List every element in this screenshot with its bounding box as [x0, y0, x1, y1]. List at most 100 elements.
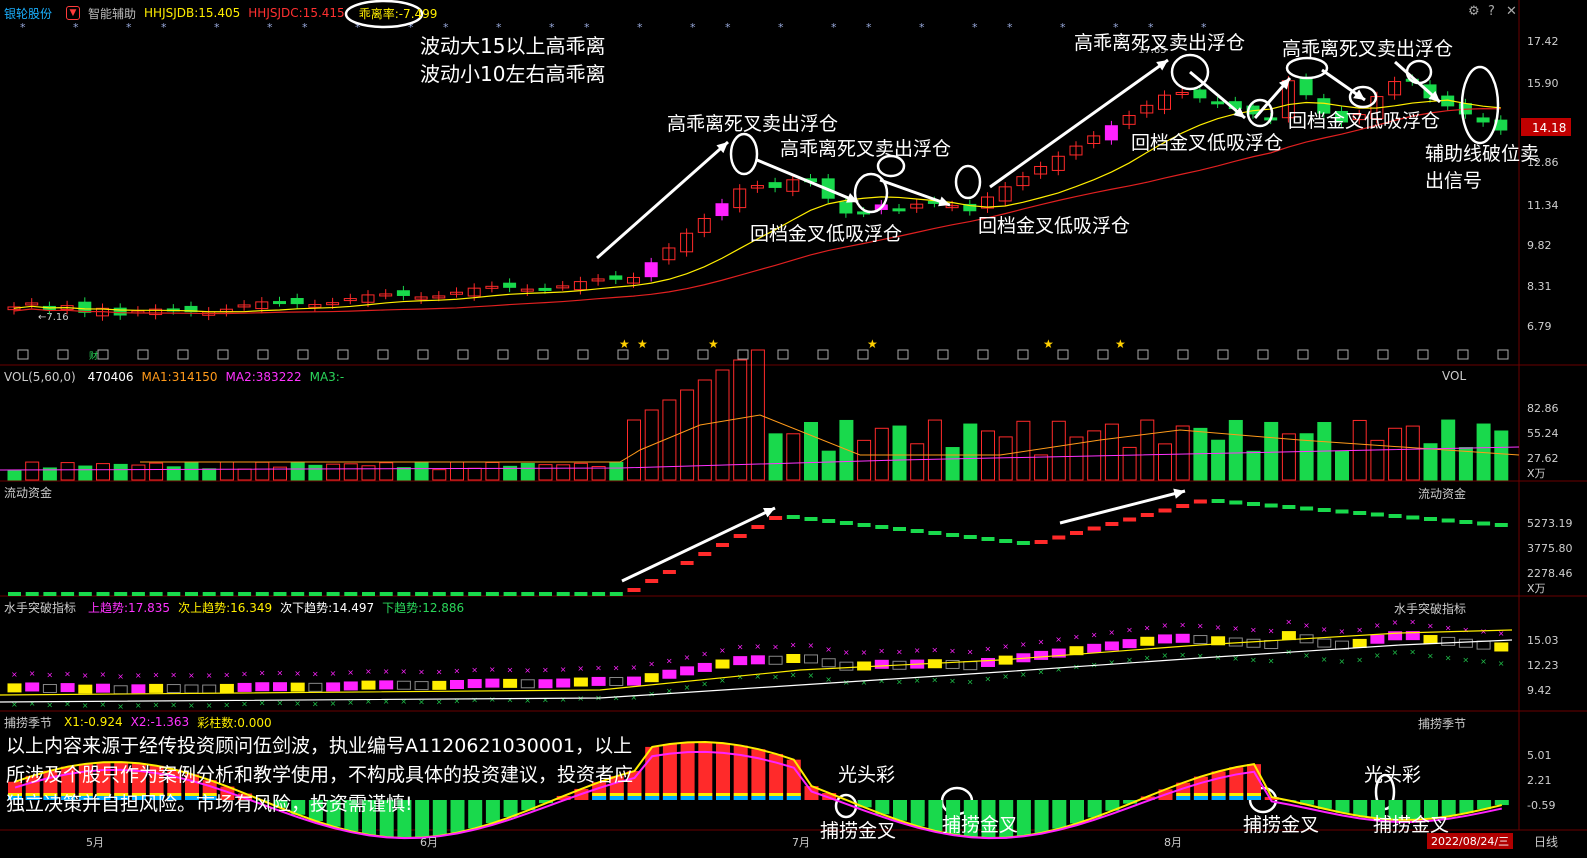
- breakout-up-marker: ×: [436, 667, 443, 676]
- breakout-down-marker: ×: [1392, 648, 1399, 657]
- settings-icon[interactable]: ⚙: [1468, 4, 1480, 19]
- event-marker: [1177, 349, 1189, 360]
- breakout-up-marker: ×: [82, 671, 89, 680]
- breakout-box: [1370, 634, 1385, 644]
- breakout-down-marker: ×: [312, 699, 319, 708]
- candle-body: [538, 287, 552, 291]
- breakout-down-marker: ×: [1055, 665, 1062, 674]
- capital-bar: [1193, 499, 1207, 504]
- breakout-up-marker: ×: [29, 669, 36, 678]
- season-bar-band: [1193, 793, 1208, 796]
- breakout-box: [113, 685, 128, 695]
- star-icon: ★: [708, 337, 719, 351]
- breakout-up-marker: ×: [1038, 637, 1045, 646]
- volume-bar: [414, 461, 429, 481]
- breakout-box: [662, 669, 677, 679]
- breakout-up-marker: ×: [1020, 640, 1027, 649]
- capital-bar: [291, 592, 305, 596]
- breakout-up-marker: ×: [1392, 618, 1399, 627]
- volume-bar: [450, 461, 464, 481]
- capital-bar: [432, 592, 446, 596]
- breakout-box: [627, 676, 641, 686]
- highlight-ellipse: [853, 172, 889, 214]
- capital-tick: 5273.19: [1527, 517, 1573, 530]
- season-label-goldcross: 捕捞金叉: [1243, 814, 1320, 836]
- trend-arrow: [1059, 489, 1186, 525]
- season-bar-band: [769, 793, 784, 796]
- breakout-down-marker: ×: [772, 672, 779, 681]
- capital-bar: [963, 535, 977, 539]
- annotation-sell: 高乖离死叉卖出浮仓: [1282, 38, 1454, 60]
- season-bar-band: [733, 793, 748, 796]
- breakout-up-marker: ×: [1162, 621, 1169, 630]
- volume-value: 470406: [87, 370, 134, 384]
- capital-bar: [78, 592, 92, 596]
- season-bar: [910, 800, 925, 827]
- breakout-up-marker: ×: [985, 644, 992, 653]
- volume-bar: [1281, 433, 1296, 481]
- breakout-box: [556, 678, 571, 688]
- capital-bar: [804, 517, 818, 521]
- event-marker: [377, 349, 389, 360]
- capital-bar: [875, 525, 889, 529]
- breakout-down: 下趋势:12.886: [382, 600, 465, 615]
- help-icon[interactable]: ?: [1488, 4, 1495, 19]
- breakout-up-marker: ×: [737, 643, 744, 652]
- breakout-down-marker: ×: [1197, 652, 1204, 661]
- capital-bar: [1335, 509, 1349, 514]
- event-marker: [1497, 349, 1509, 360]
- breakout-up-marker: ×: [577, 664, 584, 673]
- volume-header: VOL(5,60,0) 470406 MA1:314150 MA2:383222…: [0, 367, 344, 387]
- breakout-up-marker: ×: [861, 648, 868, 657]
- season-name-right: 捕捞季节: [1418, 717, 1467, 731]
- season-label-goldcross: 捕捞金叉: [942, 814, 1019, 836]
- capital-bar: [1123, 517, 1137, 522]
- breakout-up-marker: ×: [418, 668, 425, 677]
- dot-marker: *: [1060, 21, 1066, 34]
- assist-label[interactable]: 智能辅助: [88, 5, 136, 22]
- breakout-box: [1087, 643, 1102, 653]
- capital-bar: [1459, 520, 1473, 524]
- season-bar-band: [733, 796, 748, 800]
- dot-marker: *: [972, 21, 978, 34]
- breakout-up-marker: ×: [1356, 625, 1363, 634]
- season-label-baldhead: 光头彩: [838, 764, 896, 786]
- volume-bar: [839, 419, 854, 481]
- season-tick: 5.01: [1527, 749, 1552, 762]
- price-tick: 8.31: [1527, 280, 1552, 293]
- breakout-up-marker: ×: [1268, 627, 1275, 636]
- event-marker: [257, 349, 269, 360]
- breakout-box: [25, 682, 40, 692]
- volume-bar: [1264, 421, 1279, 481]
- breakout-up-marker: ×: [613, 663, 620, 672]
- dot-marker: *: [690, 21, 696, 34]
- capital-bar: [43, 592, 57, 596]
- breakout-up-marker: ×: [542, 666, 549, 675]
- trend-arrow: [879, 178, 951, 207]
- volume-bar: [1140, 419, 1155, 481]
- period-selector[interactable]: 日线: [1534, 833, 1558, 850]
- breakout-down-marker: ×: [684, 683, 691, 692]
- breakout-box: [1264, 640, 1279, 649]
- event-marker: [97, 349, 109, 360]
- breakout-up-marker: ×: [825, 645, 832, 654]
- breakout-down-marker: ×: [1179, 650, 1186, 659]
- volume-bar: [910, 443, 925, 481]
- breakout-down-marker: ×: [524, 696, 531, 705]
- breakout-down-marker: ×: [790, 670, 797, 679]
- chevron-down-icon[interactable]: ▼: [66, 6, 81, 20]
- season-bar-band: [1211, 793, 1226, 796]
- breakout-up-marker: ×: [1179, 620, 1186, 629]
- capital-bar: [680, 561, 694, 565]
- breakout-up-marker: ×: [754, 642, 761, 651]
- capital-bar: [450, 592, 464, 596]
- season-bar-band: [1229, 793, 1244, 796]
- breakout-up-marker: ×: [1232, 624, 1239, 633]
- annotation-sell: 高乖离死叉卖出浮仓: [1074, 32, 1246, 54]
- capital-bar: [751, 525, 765, 529]
- month-label: 5月: [86, 836, 104, 849]
- stock-name[interactable]: 银轮股份: [4, 5, 52, 22]
- close-icon[interactable]: ✕: [1506, 4, 1517, 19]
- event-marker: [1457, 349, 1469, 360]
- breakout-box: [981, 657, 995, 667]
